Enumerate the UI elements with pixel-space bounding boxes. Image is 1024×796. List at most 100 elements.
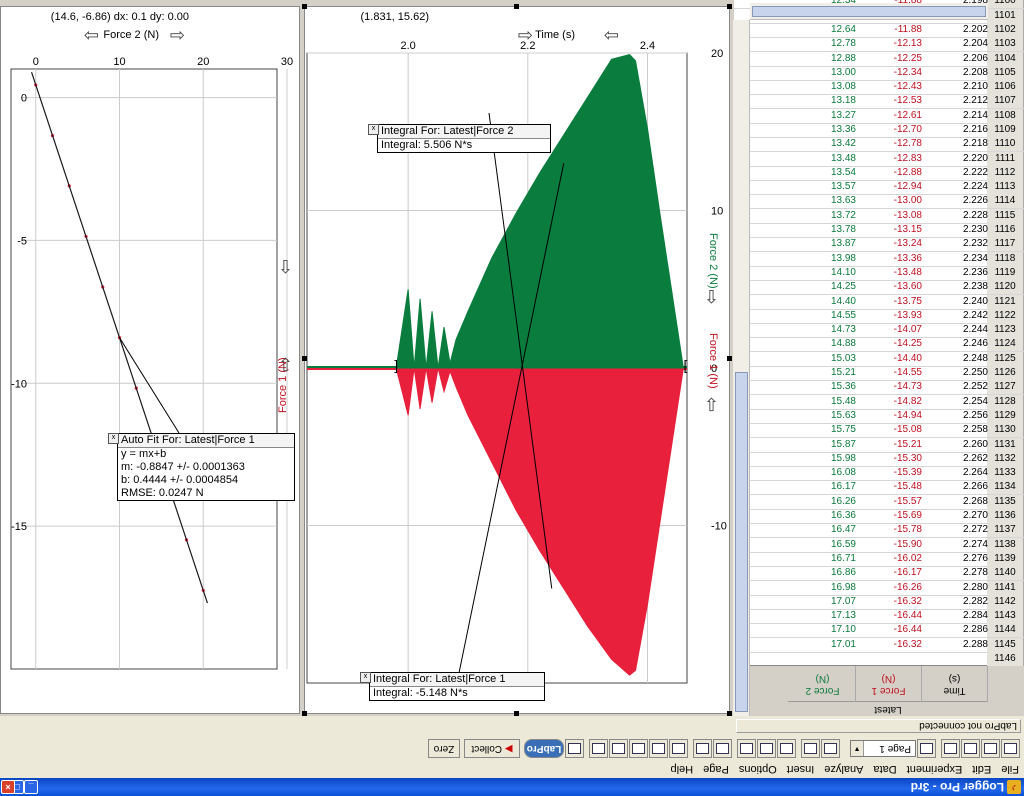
- row-number[interactable]: 1100: [987, 0, 1024, 9]
- table-row[interactable]: 1137 2.272 -15.78 16.47: [734, 523, 1024, 538]
- force-2-cell[interactable]: 13.18: [790, 94, 856, 108]
- force-2-cell[interactable]: 13.72: [790, 209, 856, 223]
- time-cell[interactable]: 2.204: [922, 37, 988, 51]
- force-2-cell[interactable]: 13.08: [790, 80, 856, 94]
- force-1-cell[interactable]: -14.40: [856, 352, 922, 366]
- row-number[interactable]: 1138: [987, 537, 1024, 552]
- force-2-cell[interactable]: 13.63: [790, 195, 856, 209]
- x-scroll-left-icon[interactable]: ⇦: [84, 25, 99, 45]
- row-number[interactable]: 1133: [987, 466, 1024, 481]
- minimize-button[interactable]: _: [24, 780, 38, 794]
- time-cell[interactable]: 2.254: [922, 395, 988, 409]
- table-row[interactable]: 1108 2.214 -12.61 13.27: [734, 108, 1024, 123]
- force-1-cell[interactable]: -13.00: [856, 195, 922, 209]
- table-row[interactable]: 1124 2.246 -14.25 14.88: [734, 337, 1024, 352]
- force-1-cell[interactable]: -13.93: [856, 309, 922, 323]
- time-cell[interactable]: 2.262: [922, 452, 988, 466]
- table-vertical-scrollbar[interactable]: [733, 20, 750, 716]
- table-row[interactable]: 1112 2.222 -12.88 13.54: [734, 165, 1024, 180]
- autoscale-button[interactable]: [777, 739, 796, 758]
- force-1-cell[interactable]: -12.83: [856, 152, 922, 166]
- force-1-cell[interactable]: -16.02: [856, 552, 922, 566]
- force-force-graph[interactable]: 0 10 20 30 -15 -10 -5 0 Force 1 (N) ⇩ ⇧ (14.6, …: [0, 6, 300, 714]
- force-2-cell[interactable]: 13.48: [790, 152, 856, 166]
- row-number[interactable]: 1128: [987, 394, 1024, 409]
- y-scroll-up-icon[interactable]: ⇧: [704, 286, 719, 306]
- menu-help[interactable]: Help: [666, 760, 699, 778]
- force-2-cell[interactable]: 13.87: [790, 237, 856, 251]
- force-1-cell[interactable]: -15.08: [856, 423, 922, 437]
- row-number[interactable]: 1142: [987, 594, 1024, 609]
- row-number[interactable]: 1146: [987, 652, 1024, 666]
- force-2-cell[interactable]: 16.59: [790, 538, 856, 552]
- table-row[interactable]: 1119 2.236 -13.48 14.10: [734, 265, 1024, 280]
- table-row[interactable]: 1146: [734, 651, 1024, 666]
- force-1-cell[interactable]: -13.08: [856, 209, 922, 223]
- table-row[interactable]: 1114 2.226 -13.00 13.63: [734, 194, 1024, 209]
- row-number[interactable]: 1117: [987, 237, 1024, 252]
- time-cell[interactable]: 2.226: [922, 195, 988, 209]
- close-button[interactable]: ×: [1, 780, 15, 794]
- resize-handle[interactable]: [302, 356, 307, 361]
- time-cell[interactable]: 2.214: [922, 109, 988, 123]
- force-1-cell[interactable]: -16.32: [856, 638, 922, 652]
- close-annotation-icon[interactable]: x: [360, 672, 371, 683]
- table-row[interactable]: 1110 2.218 -12.78 13.42: [734, 137, 1024, 152]
- time-cell[interactable]: 2.248: [922, 352, 988, 366]
- auto-fit-box[interactable]: x Auto Fit For: Latest|Force 1 y = mx+b …: [108, 433, 295, 501]
- table-row[interactable]: 1128 2.254 -14.82 15.48: [734, 394, 1024, 409]
- table-row[interactable]: 1117 2.232 -13.24 13.87: [734, 237, 1024, 252]
- close-annotation-icon[interactable]: x: [108, 433, 119, 444]
- time-cell[interactable]: 2.250: [922, 366, 988, 380]
- force-1-cell[interactable]: -14.25: [856, 337, 922, 351]
- page-selector[interactable]: Page 1 ▼: [850, 740, 916, 757]
- table-row[interactable]: 1140 2.278 -16.17 16.86: [734, 565, 1024, 581]
- page-list-button[interactable]: [917, 739, 936, 758]
- row-number[interactable]: 1120: [987, 280, 1024, 295]
- table-row[interactable]: 1131 2.260 -15.21 15.87: [734, 437, 1024, 452]
- table-row[interactable]: 1144 2.286 -16.44 17.10: [734, 623, 1024, 638]
- linear-fit-button[interactable]: [629, 739, 648, 758]
- table-row[interactable]: 1141 2.280 -16.26 16.98: [734, 580, 1024, 595]
- column-header-force-2[interactable]: Force 2 (N): [790, 666, 856, 702]
- row-number[interactable]: 1116: [987, 223, 1024, 238]
- force-2-cell[interactable]: 17.01: [790, 638, 856, 652]
- time-cell[interactable]: 2.224: [922, 180, 988, 194]
- table-row[interactable]: 1135 2.268 -15.57 16.26: [734, 494, 1024, 509]
- meter-view-button[interactable]: [801, 739, 820, 758]
- y-axis-label-force-2[interactable]: Force 2 (N): [707, 233, 719, 289]
- time-cell[interactable]: 2.286: [922, 623, 988, 637]
- time-cell[interactable]: 2.208: [922, 66, 988, 80]
- time-cell[interactable]: 2.276: [922, 552, 988, 566]
- y-axis-label-force-1[interactable]: Force 1 (N): [707, 333, 719, 389]
- time-cell[interactable]: 2.216: [922, 123, 988, 137]
- x-scroll-right-icon[interactable]: ⇨: [518, 25, 533, 45]
- time-cell[interactable]: 2.218: [922, 137, 988, 151]
- row-number[interactable]: 1103: [987, 37, 1024, 52]
- force-1-cell[interactable]: -16.17: [856, 566, 922, 580]
- menu-insert[interactable]: Insert: [782, 760, 820, 778]
- table-row[interactable]: 1118 2.234 -13.36 13.98: [734, 251, 1024, 266]
- force-2-cell[interactable]: 15.03: [790, 352, 856, 366]
- time-cell[interactable]: 2.202: [922, 23, 988, 37]
- table-row[interactable]: 1107 2.212 -12.53 13.18: [734, 94, 1024, 109]
- row-number[interactable]: 1131: [987, 437, 1024, 452]
- time-cell[interactable]: 2.238: [922, 280, 988, 294]
- row-number[interactable]: 1141: [987, 580, 1024, 595]
- zero-button[interactable]: Zero: [428, 739, 460, 758]
- table-row[interactable]: 1142 2.282 -16.32 17.07: [734, 594, 1024, 609]
- force-1-cell[interactable]: -16.44: [856, 623, 922, 637]
- time-cell[interactable]: 2.246: [922, 337, 988, 351]
- row-number[interactable]: 1112: [987, 165, 1024, 180]
- time-cell[interactable]: 2.288: [922, 638, 988, 652]
- row-number[interactable]: 1145: [987, 637, 1024, 652]
- table-row[interactable]: 1132 2.262 -15.30 15.98: [734, 451, 1024, 466]
- tangent-button[interactable]: [693, 739, 712, 758]
- force-1-cell[interactable]: -15.21: [856, 438, 922, 452]
- force-1-cell[interactable]: -14.55: [856, 366, 922, 380]
- curve-fit-button[interactable]: [609, 739, 628, 758]
- y-scroll-up-icon[interactable]: ⇩: [278, 354, 293, 374]
- row-number[interactable]: 1115: [987, 208, 1024, 223]
- table-row[interactable]: 1120 2.238 -13.60 14.25: [734, 279, 1024, 295]
- force-2-cell[interactable]: 14.25: [790, 280, 856, 294]
